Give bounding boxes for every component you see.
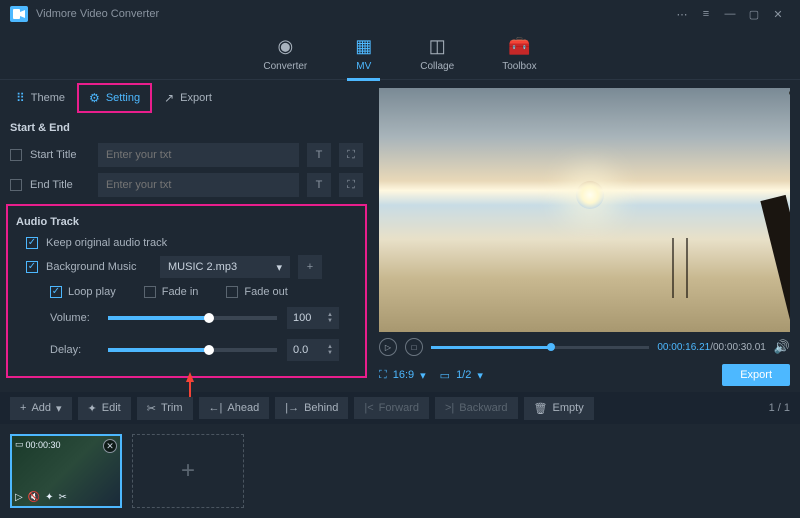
behind-button[interactable]: |→Behind [275,397,348,419]
wand-icon: ✦ [88,402,97,415]
app-title: Vidmore Video Converter [36,8,670,20]
forward-icon: |< [364,402,373,414]
trash-icon: 🗑 [534,402,548,415]
tab-collage[interactable]: ◫ Collage [420,28,454,79]
behind-icon: |→ [285,402,299,414]
export-button[interactable]: Export [722,364,790,386]
volume-value-box[interactable]: 100▲▼ [287,307,339,329]
audio-track-section: Audio Track Keep original audio track Ba… [6,204,367,378]
play-icon[interactable]: ▷ [15,492,23,503]
bg-music-label: Background Music [46,261,152,273]
fade-in-checkbox[interactable] [144,286,156,298]
volume-slider[interactable] [108,316,277,320]
start-end-heading: Start & End [0,116,373,140]
keep-original-label: Keep original audio track [46,237,167,249]
play-button[interactable]: ▷ [379,338,397,356]
chevron-down-icon: ▾ [420,369,426,382]
volume-label: Volume: [50,312,98,324]
backward-icon: >| [445,402,454,414]
end-title-input[interactable] [98,173,299,197]
start-title-input[interactable] [98,143,299,167]
delay-value-box[interactable]: 0.0▲▼ [287,339,339,361]
subtab-setting[interactable]: ⚙ Setting [77,83,152,113]
ahead-icon: ←| [209,402,223,414]
gear-icon: ⚙ [89,91,100,105]
fraction-dropdown[interactable]: ▭1/2▾ [440,369,483,382]
subtab-export[interactable]: ↗ Export [154,85,222,111]
annotation-arrow [0,378,373,400]
tab-mv[interactable]: ▦ MV [355,28,372,79]
end-title-label: End Title [30,179,90,191]
aspect-dropdown[interactable]: ⛶16:9▾ [379,369,426,382]
theme-icon: ⠿ [16,91,25,105]
close-button[interactable]: ✕ [766,4,790,24]
menu-icon[interactable]: ≡ [694,4,718,24]
tab-toolbox[interactable]: 🧰 Toolbox [502,28,536,79]
tab-converter[interactable]: ◉ Converter [263,28,307,79]
page-indicator: 1 / 1 [769,402,790,414]
start-text-style-button[interactable]: T [307,143,331,167]
fade-out-checkbox[interactable] [226,286,238,298]
start-title-label: Start Title [30,149,90,161]
chevron-down-icon: ▾ [56,402,62,415]
remove-clip-button[interactable]: ✕ [103,439,117,453]
end-expand-button[interactable]: ⛶ [339,173,363,197]
add-clip-button[interactable]: + [132,434,244,508]
total-time: 00:00:30.01 [713,342,766,353]
chat-icon[interactable]: ⋯ [670,4,694,24]
audio-heading: Audio Track [10,210,363,234]
clip-thumbnail[interactable]: ▭00:00:30 ✕ ▷ 🔇 ✦ ✂ [10,434,122,508]
edit-clip-icon[interactable]: ✦ [45,492,53,503]
start-title-checkbox[interactable] [10,149,22,161]
add-music-button[interactable]: + [298,255,322,279]
forward-button[interactable]: |<Forward [354,397,429,419]
music-file-dropdown[interactable]: MUSIC 2.mp3 ▾ [160,256,290,278]
time-slider[interactable] [431,346,649,349]
delay-slider[interactable] [108,348,277,352]
current-time: 00:00:16.21 [657,342,710,353]
start-expand-button[interactable]: ⛶ [339,143,363,167]
app-logo [10,6,28,22]
clip-duration: ▭00:00:30 [15,439,61,450]
maximize-button[interactable]: ▢ [742,4,766,24]
ahead-button[interactable]: ←|Ahead [199,397,270,419]
chevron-down-icon: ▾ [477,369,483,382]
stop-button[interactable]: □ [405,338,423,356]
scissors-icon: ✂ [147,402,156,415]
end-text-style-button[interactable]: T [307,173,331,197]
film-icon: ▭ [15,439,24,450]
end-title-checkbox[interactable] [10,179,22,191]
delay-spinner[interactable]: ▲▼ [327,344,333,356]
mv-icon: ▦ [355,36,372,57]
empty-button[interactable]: 🗑Empty [524,397,594,420]
loop-play-checkbox[interactable] [50,286,62,298]
trim-clip-icon[interactable]: ✂ [59,492,67,503]
backward-button[interactable]: >|Backward [435,397,518,419]
chevron-down-icon: ▾ [276,261,282,274]
volume-spinner[interactable]: ▲▼ [327,312,333,324]
keep-original-checkbox[interactable] [26,237,38,249]
video-preview[interactable] [379,88,790,332]
converter-icon: ◉ [277,36,293,57]
plus-icon: + [20,402,26,414]
mute-icon[interactable]: 🔇 [28,492,40,503]
export-icon: ↗ [164,91,174,105]
minimize-button[interactable]: — [718,4,742,24]
delay-label: Delay: [50,344,98,356]
toolbox-icon: 🧰 [508,36,530,57]
volume-icon[interactable]: 🔊 [774,339,790,355]
bg-music-checkbox[interactable] [26,261,38,273]
subtab-theme[interactable]: ⠿ Theme [6,85,75,111]
collage-icon: ◫ [429,36,446,57]
